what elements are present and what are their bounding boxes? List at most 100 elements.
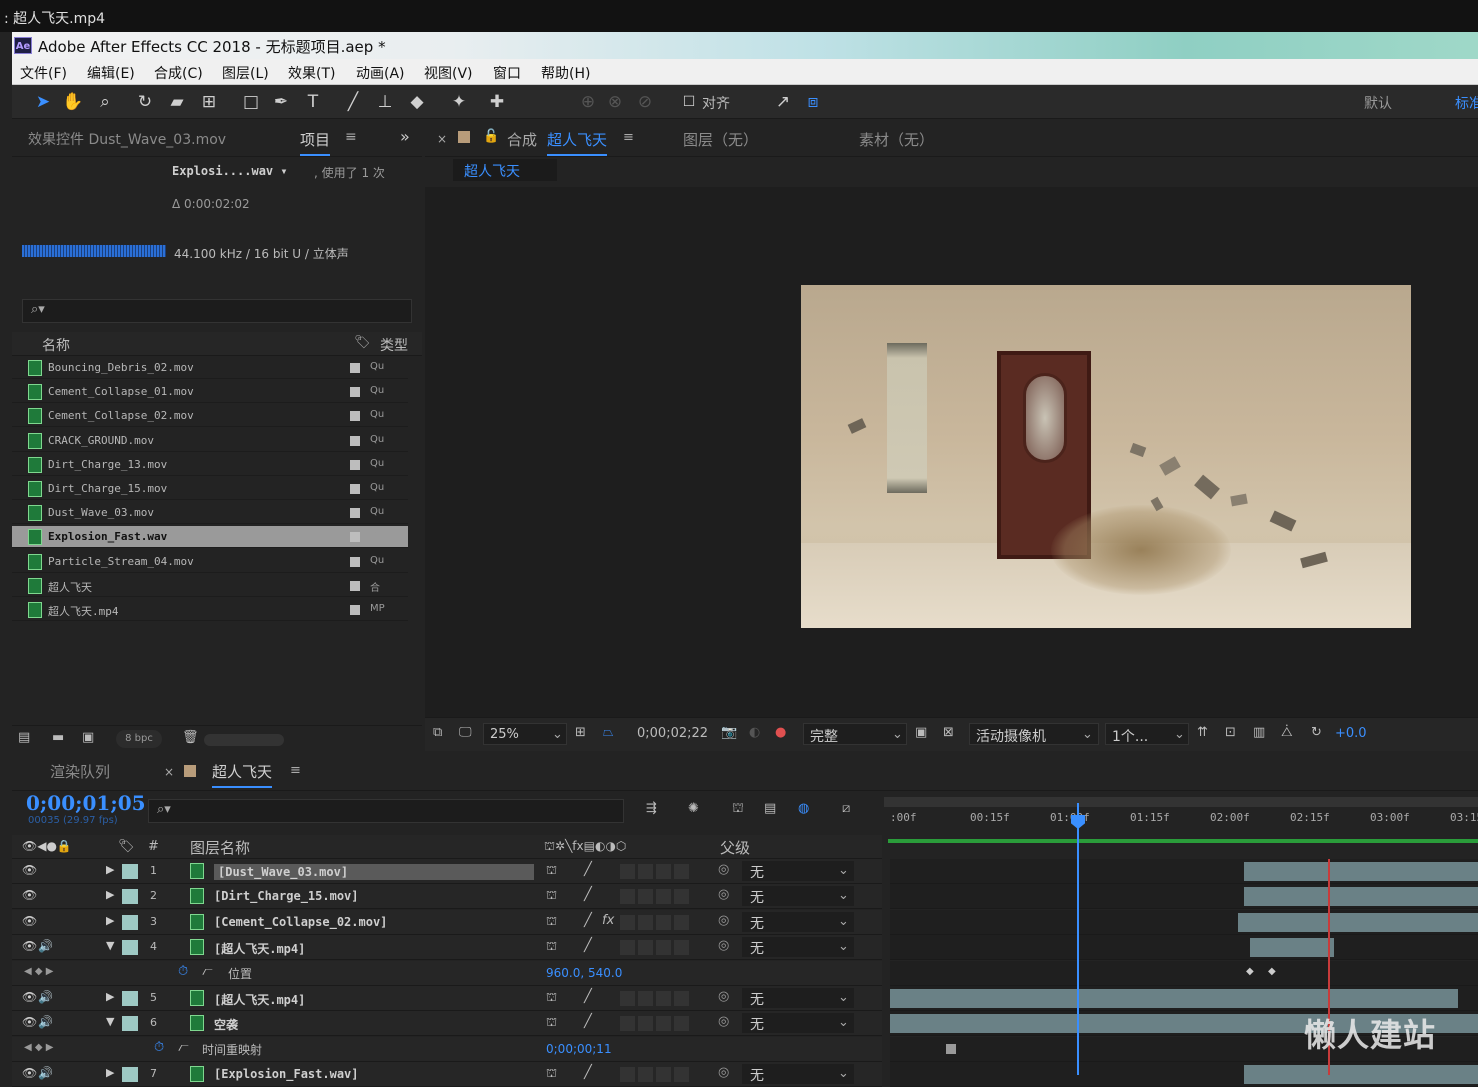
layer-track[interactable]: ◆ ◆ [890, 960, 1478, 986]
new-composition-icon[interactable]: ▣ [82, 730, 94, 745]
layer-duration-bar[interactable] [1244, 862, 1478, 881]
quality-switch-icon[interactable]: ╱ [584, 989, 592, 1004]
current-time-display[interactable]: 0;00;02;22 [637, 726, 708, 741]
thumbnail-slider[interactable] [204, 734, 284, 746]
layer-label-color[interactable] [122, 1016, 138, 1032]
tab-render-queue[interactable]: 渲染队列 [50, 761, 110, 782]
property-row[interactable]: ◀ ◆ ▶ ⏱ ⦧ 位置 960.0, 540.0 [12, 960, 882, 986]
shy-switch-icon[interactable]: ⛫ [546, 863, 557, 879]
eye-icon[interactable]: 👁 [22, 1066, 37, 1080]
local-axis-icon[interactable]: ⊕ [577, 91, 599, 113]
layer-switches[interactable] [620, 864, 690, 879]
layer-name[interactable]: [Dirt_Charge_15.mov] [214, 889, 359, 903]
graph-icon[interactable]: ⦧ [202, 964, 213, 979]
layer-row[interactable]: 👁 ▶ 2 [Dirt_Charge_15.mov] ⛫ ╱ ◎ 无 ⌄ [12, 884, 882, 910]
brush-tool-icon[interactable]: ╱ [342, 91, 364, 113]
tab-timeline-comp[interactable]: 超人飞天 [212, 761, 273, 788]
speaker-icon[interactable]: 🔊 [38, 939, 53, 953]
eraser-tool-icon[interactable]: ◆ [406, 91, 428, 113]
parent-dropdown[interactable]: 无 ⌄ [742, 937, 854, 958]
timeline-search-input[interactable]: ⌕▾ [148, 799, 624, 823]
parent-dropdown[interactable]: 无 ⌄ [742, 1013, 854, 1034]
quality-switch-icon[interactable]: ╱ [584, 938, 592, 953]
eye-icon[interactable]: 👁 [22, 939, 37, 953]
frame-blending-icon[interactable]: ▤ [764, 801, 776, 816]
label-swatch[interactable] [350, 508, 360, 519]
column-type[interactable]: 类型 [380, 335, 408, 355]
flowchart-icon[interactable]: ⧊ [1281, 725, 1293, 740]
tab-effect-controls[interactable]: 效果控件 Dust_Wave_03.mov [28, 129, 226, 149]
layer-label-color[interactable] [122, 914, 138, 930]
menu-composition[interactable]: 合成(C) [154, 63, 203, 83]
selected-item-name[interactable]: Explosi....wav ▾ [172, 164, 288, 178]
panel-menu-icon[interactable]: ≡ [345, 129, 357, 145]
workspace-standard[interactable]: 标准 [1455, 93, 1478, 113]
menu-window[interactable]: 窗口 [493, 63, 521, 83]
views-dropdown[interactable]: 1个... ⌄ [1105, 723, 1189, 745]
pickwhip-icon[interactable]: ◎ [718, 989, 729, 1004]
project-file-row[interactable]: Dirt_Charge_13.mov Qu [12, 454, 408, 476]
keyframe-navigator[interactable]: ◀ ◆ ▶ [24, 1042, 53, 1053]
tab-footage[interactable]: 素材（无） [859, 129, 934, 150]
tab-project[interactable]: 项目 [300, 129, 331, 156]
show-snapshot-icon[interactable]: ◐ [749, 725, 760, 740]
camera-dropdown[interactable]: 活动摄像机 ⌄ [969, 723, 1099, 745]
quality-switch-icon[interactable]: ╱ [584, 862, 592, 877]
keyframe-icon[interactable] [946, 1043, 956, 1054]
collapsed-triangle-icon[interactable]: ▶ [106, 1066, 114, 1079]
layer-name[interactable]: 空袭 [214, 1016, 238, 1033]
layer-name[interactable]: [超人飞天.mp4] [214, 991, 305, 1008]
parent-dropdown[interactable]: 无 ⌄ [742, 911, 854, 932]
layer-switches[interactable] [620, 914, 690, 930]
expanded-triangle-icon[interactable]: ▼ [106, 939, 114, 952]
speaker-icon[interactable]: 🔊 [38, 990, 53, 1004]
column-parent[interactable]: 父级 [720, 837, 750, 858]
transparency-grid-icon[interactable]: ⊠ [943, 725, 954, 740]
project-file-row[interactable]: 超人飞天.mp4 MP [12, 599, 408, 621]
collapsed-triangle-icon[interactable]: ▶ [106, 863, 114, 876]
rotate-tool-icon[interactable]: ↻ [134, 91, 156, 113]
layer-switches[interactable] [620, 889, 690, 905]
expanded-triangle-icon[interactable]: ▼ [106, 1015, 114, 1028]
collapsed-triangle-icon[interactable]: ▶ [106, 888, 114, 901]
layer-duration-bar[interactable] [1238, 912, 1478, 932]
pickwhip-icon[interactable]: ◎ [718, 862, 729, 877]
property-row[interactable]: ◀ ◆ ▶ ⏱ ⦧ 时间重映射 0;00;00;11 [12, 1036, 882, 1062]
label-swatch[interactable] [350, 459, 360, 470]
toggle-pixel-aspect-icon[interactable]: ⇈ [1197, 725, 1208, 740]
layer-switches[interactable] [620, 940, 690, 956]
selection-tool-icon[interactable]: ➤ [32, 91, 54, 113]
resolution-dropdown[interactable]: 完整 ⌄ [803, 723, 907, 745]
menu-effect[interactable]: 效果(T) [288, 63, 335, 83]
layer-label-color[interactable] [122, 889, 138, 905]
project-file-row[interactable]: Cement_Collapse_02.mov Qu [12, 405, 408, 428]
comp-breadcrumb[interactable]: 超人飞天 [453, 159, 557, 181]
layer-duration-bar[interactable] [1244, 887, 1478, 907]
reset-exposure-icon[interactable]: ↻ [1311, 725, 1322, 740]
column-name[interactable]: 名称 [42, 335, 70, 355]
lock-icon[interactable]: 🔓 [483, 129, 499, 144]
pickwhip-icon[interactable]: ◎ [718, 1014, 729, 1029]
zoom-dropdown[interactable]: 25% ⌄ [483, 723, 567, 745]
layer-row[interactable]: 👁 🔊 ▼ 6 空袭 ⛫ ╱ ◎ 无 ⌄ [12, 1011, 882, 1037]
time-ruler[interactable]: :00f 00:15f 01:00f 01:15f 02:00f 02:15f 03:00f… [884, 797, 1478, 837]
pickwhip-icon[interactable]: ◎ [718, 938, 729, 953]
layer-duration-bar[interactable] [890, 989, 1458, 1008]
eye-icon[interactable]: 👁 [22, 990, 37, 1004]
panel-menu-icon-timeline[interactable]: ≡ [290, 763, 301, 778]
graph-icon[interactable]: ⦧ [178, 1040, 189, 1055]
shy-switch-icon[interactable]: ⛫ [546, 990, 557, 1006]
close-tab-icon[interactable]: × [164, 765, 174, 779]
layer-duration-bar[interactable] [1250, 938, 1334, 958]
comp-mini-flowchart-icon[interactable]: ⇶ [646, 801, 657, 816]
rectangle-tool-icon[interactable]: □ [240, 91, 262, 113]
snap-grid-icon[interactable]: ⧈ [802, 91, 824, 113]
keyframe-icon[interactable]: ◆ [1268, 966, 1276, 977]
timeline-icon[interactable]: ▥ [1253, 725, 1265, 740]
interpret-footage-icon[interactable]: ▤ [18, 730, 30, 745]
project-search-input[interactable]: ⌕▾ [22, 299, 412, 323]
eye-icon[interactable]: 👁 [22, 914, 37, 928]
monitor-icon[interactable]: 🖵 [459, 725, 472, 740]
layer-row[interactable]: 👁 ▶ 3 [Cement_Collapse_02.mov] ⛫ ╱ fx ◎ 无 ⌄ [12, 909, 882, 935]
region-of-interest-icon[interactable]: ▣ [915, 725, 927, 740]
